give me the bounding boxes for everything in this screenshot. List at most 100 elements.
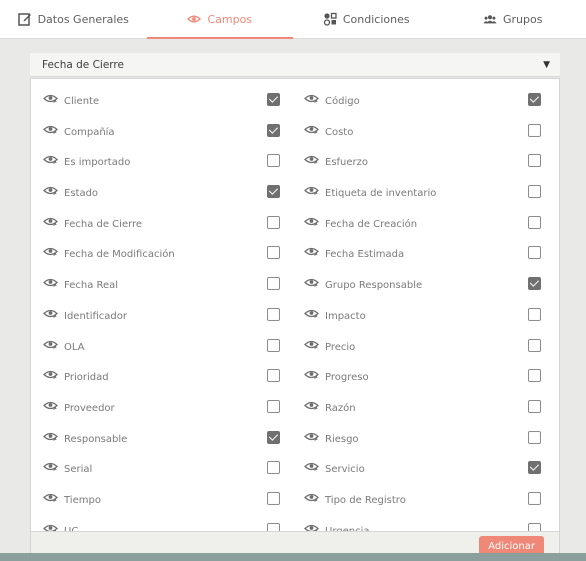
eye-icon[interactable] [304, 93, 319, 104]
field-checkbox[interactable] [267, 154, 280, 168]
field-label: Razón [325, 402, 356, 414]
eye-icon[interactable] [43, 246, 58, 257]
field-checkbox[interactable] [528, 461, 541, 475]
field-checkbox[interactable] [528, 123, 541, 137]
field-checkbox[interactable] [267, 338, 280, 352]
eye-icon [187, 12, 202, 26]
field-checkbox[interactable] [528, 369, 541, 383]
field-item: Riesgo [304, 429, 543, 460]
tab-bar: Datos Generales Campos Condiciones Grupo… [0, 0, 586, 39]
field-item: Es importado [43, 152, 304, 183]
eye-icon[interactable] [304, 461, 319, 472]
eye-icon[interactable] [43, 216, 58, 227]
eye-icon[interactable] [43, 431, 58, 442]
eye-icon[interactable] [43, 93, 58, 104]
field-checkbox[interactable] [267, 185, 280, 199]
eye-icon[interactable] [304, 400, 319, 411]
eye-icon[interactable] [304, 216, 319, 227]
field-item: OLA [43, 337, 304, 368]
field-checkbox[interactable] [528, 277, 541, 291]
tab-campos[interactable]: Campos [146, 0, 294, 39]
field-label: Cliente [64, 96, 100, 107]
eye-icon[interactable] [43, 369, 58, 380]
field-label: Progreso [325, 372, 369, 384]
eye-icon[interactable] [43, 339, 58, 350]
eye-icon[interactable] [304, 154, 319, 165]
field-checkbox[interactable] [267, 399, 280, 413]
field-label: Identificador [64, 310, 127, 322]
field-label: Estado [64, 188, 99, 200]
field-item: Tipo de Registro [304, 490, 543, 521]
eye-icon[interactable] [43, 277, 58, 288]
field-checkbox[interactable] [267, 123, 280, 137]
field-item: Código [304, 91, 543, 122]
field-checkbox[interactable] [267, 215, 280, 229]
field-checkbox[interactable] [528, 491, 541, 505]
field-checkbox[interactable] [528, 215, 541, 229]
field-item: Fecha de Creación [304, 214, 543, 245]
field-checkbox[interactable] [528, 246, 541, 260]
tab-label: Datos Generales [37, 12, 129, 26]
eye-icon[interactable] [43, 492, 58, 503]
field-checkbox[interactable] [528, 399, 541, 413]
field-item: Progreso [304, 367, 543, 398]
field-label: OLA [64, 341, 85, 353]
field-checkbox[interactable] [267, 277, 280, 291]
field-checkbox[interactable] [528, 307, 541, 321]
eye-icon[interactable] [304, 246, 319, 257]
field-item: Razón [304, 398, 543, 429]
bottom-strip [0, 553, 586, 561]
field-checkbox[interactable] [267, 491, 280, 505]
field-checkbox[interactable] [267, 93, 280, 106]
caret-down-icon[interactable]: ▼ [543, 60, 550, 70]
eye-icon[interactable] [304, 308, 319, 319]
eye-icon[interactable] [304, 277, 319, 288]
eye-icon[interactable] [304, 492, 319, 503]
eye-icon[interactable] [43, 154, 58, 165]
field-checkbox[interactable] [528, 154, 541, 168]
eye-icon[interactable] [304, 369, 319, 380]
field-item: Fecha Estimada [304, 244, 543, 275]
field-checkbox[interactable] [528, 93, 541, 106]
field-item: Identificador [43, 306, 304, 337]
tab-label: Grupos [503, 12, 543, 26]
eye-icon[interactable] [43, 185, 58, 196]
field-item: Serial [43, 459, 304, 490]
field-item: Prioridad [43, 367, 304, 398]
conditions-icon [323, 12, 337, 26]
eye-icon[interactable] [43, 461, 58, 472]
eye-icon[interactable] [43, 400, 58, 411]
field-select[interactable]: Fecha de Cierre ▼ [30, 53, 560, 77]
field-item: Fecha de Cierre [43, 214, 304, 245]
eye-icon[interactable] [304, 339, 319, 350]
eye-icon[interactable] [304, 124, 319, 135]
field-label: Compañía [64, 126, 115, 138]
field-item: Fecha de Modificación [43, 244, 304, 275]
tab-datos-generales[interactable]: Datos Generales [0, 0, 147, 38]
edit-icon [17, 12, 32, 26]
field-item: Estado [43, 183, 304, 214]
field-checkbox[interactable] [267, 307, 280, 321]
eye-icon[interactable] [43, 308, 58, 319]
tab-label: Campos [207, 12, 253, 26]
tab-grupos[interactable]: Grupos [440, 0, 586, 38]
field-checkbox[interactable] [267, 461, 280, 475]
field-item: Costo [304, 122, 543, 153]
group-icon [483, 12, 497, 26]
field-checkbox[interactable] [528, 338, 541, 352]
field-label: Prioridad [64, 372, 109, 384]
field-item: Esfuerzo [304, 152, 543, 183]
field-checkbox[interactable] [267, 369, 280, 383]
eye-icon[interactable] [304, 185, 319, 196]
tab-condiciones[interactable]: Condiciones [293, 0, 440, 38]
eye-icon[interactable] [304, 431, 319, 442]
field-label: Grupo Responsable [325, 280, 423, 292]
field-label: Fecha Real [64, 280, 119, 292]
field-checkbox[interactable] [267, 430, 280, 444]
field-checkbox[interactable] [528, 430, 541, 444]
eye-icon[interactable] [43, 124, 58, 135]
field-checkbox[interactable] [267, 246, 280, 260]
field-label: Tiempo [64, 494, 101, 506]
field-checkbox[interactable] [528, 185, 541, 199]
field-label: Código [325, 96, 360, 107]
